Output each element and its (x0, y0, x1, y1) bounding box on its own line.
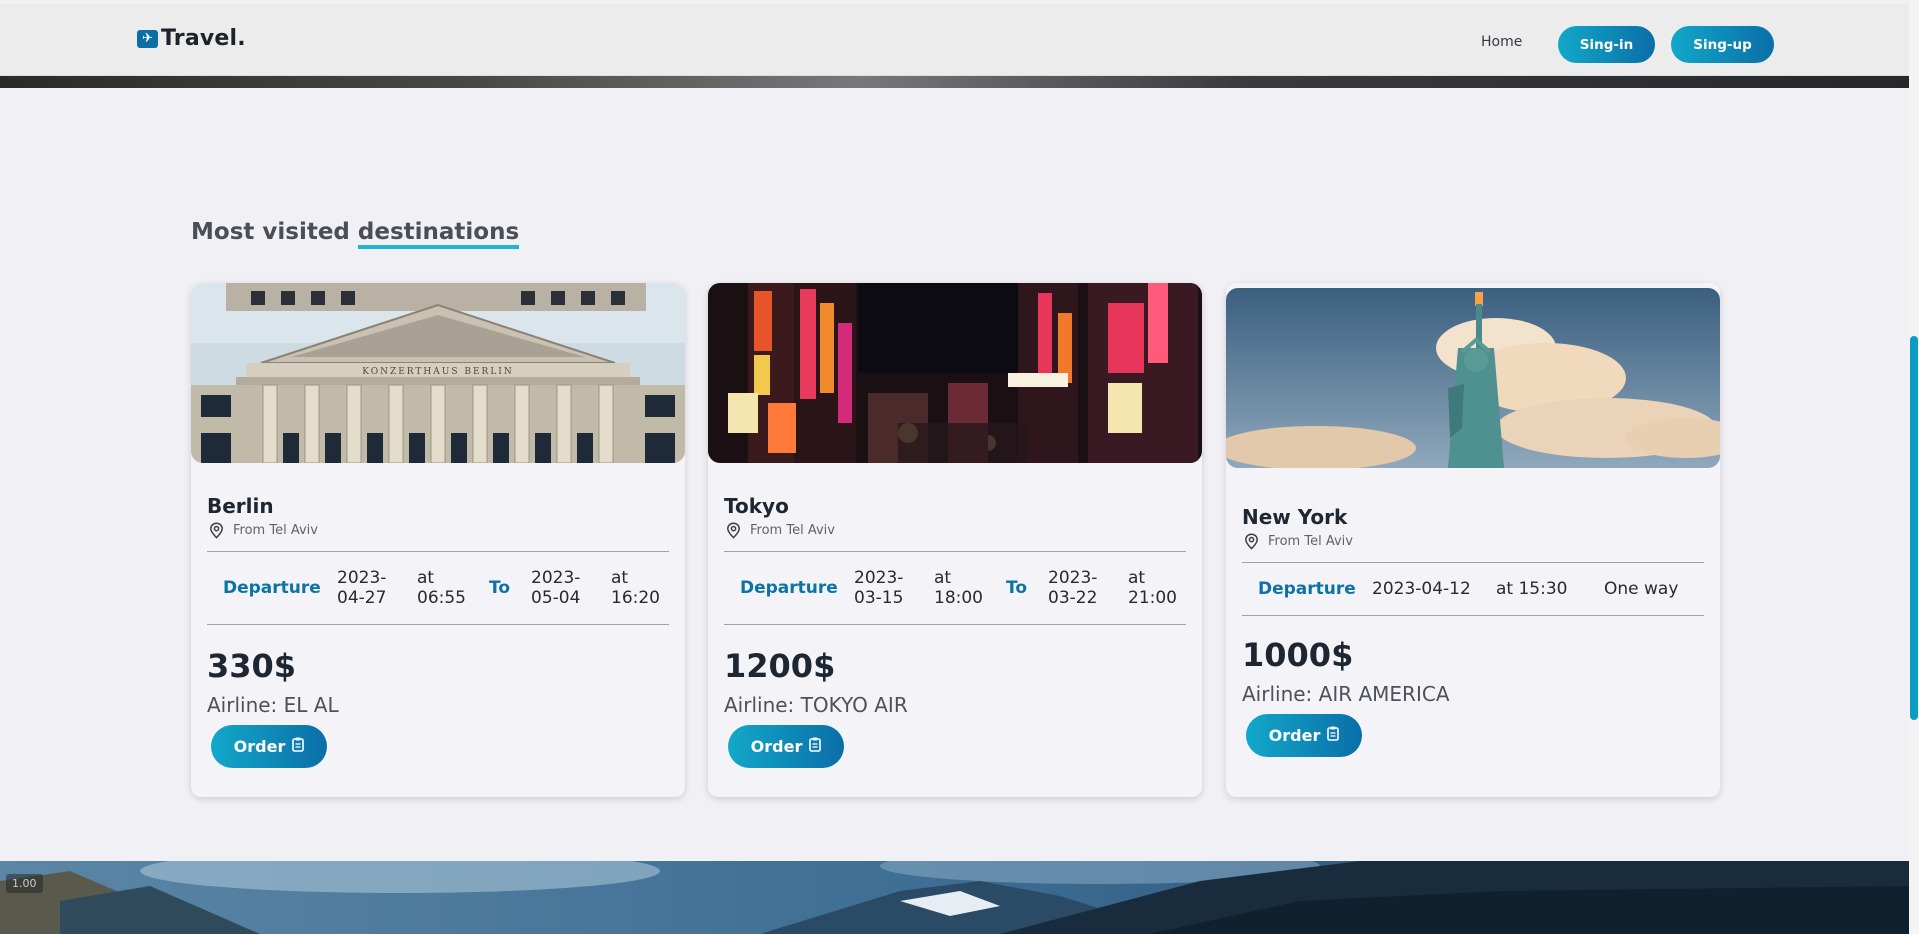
signin-button[interactable]: Sing-in (1558, 26, 1655, 63)
scrollbar-thumb[interactable] (1910, 336, 1918, 720)
section-title-main: Most visited (191, 219, 358, 245)
berlin-building-illustration: KONZERTHAUS BERLIN (191, 283, 685, 463)
order-button-label: Order (1268, 726, 1321, 745)
departure-label: Departure (740, 578, 838, 598)
statue-of-liberty-illustration (1226, 288, 1720, 468)
origin-text: From Tel Aviv (750, 523, 835, 538)
svg-text:KONZERTHAUS BERLIN: KONZERTHAUS BERLIN (362, 367, 514, 377)
order-button-label: Order (750, 737, 803, 756)
location-pin-icon (1245, 533, 1258, 550)
price: 1000$ (1242, 636, 1354, 674)
flight-details-row: Departure 2023-03-15 at 18:00 To 2023-03… (724, 551, 1186, 625)
origin-row: From Tel Aviv (207, 522, 669, 539)
zoom-level-indicator: 1.00 (6, 874, 43, 893)
new-york-card-body: New York From Tel Aviv Departure 2023-04… (1242, 505, 1704, 757)
order-button[interactable]: Order (211, 725, 327, 768)
scrollbar-track[interactable] (1909, 0, 1919, 934)
tokyo-image (708, 283, 1202, 463)
destination-card-tokyo: Tokyo From Tel Aviv Departure 2023-03-15… (708, 283, 1202, 797)
tokyo-card-body: Tokyo From Tel Aviv Departure 2023-03-15… (724, 494, 1186, 768)
return-date: 2023-03-22 (1048, 568, 1098, 608)
clipboard-icon (1327, 726, 1340, 741)
departure-date: 2023-04-27 (337, 568, 387, 608)
price: 1200$ (724, 647, 836, 685)
flight-details-row: Departure 2023-04-12 at 15:30 One way (1242, 562, 1704, 616)
order-button[interactable]: Order (728, 725, 844, 768)
to-label: To (489, 578, 511, 598)
origin-row: From Tel Aviv (724, 522, 1186, 539)
return-time: at 16:20 (611, 568, 660, 608)
top-hero-image (0, 76, 1909, 88)
return-date: 2023-05-04 (531, 568, 581, 608)
logo-text: Travel. (161, 26, 246, 51)
airline: Airline: TOKYO AIR (724, 693, 908, 717)
return-time: at 21:00 (1128, 568, 1177, 608)
mountain-landscape-illustration (0, 861, 1909, 934)
flight-details-row: Departure 2023-04-27 at 06:55 To 2023-05… (207, 551, 669, 625)
departure-time: at 18:00 (934, 568, 983, 608)
city-name: Tokyo (724, 494, 789, 518)
tokyo-street-illustration (708, 283, 1202, 463)
departure-date: 2023-04-12 (1372, 579, 1471, 599)
departure-label: Departure (1258, 579, 1356, 599)
trip-type: One way (1604, 579, 1679, 599)
section-title-highlight: destinations (357, 219, 520, 249)
clipboard-icon (809, 737, 822, 752)
city-name: Berlin (207, 494, 274, 518)
to-label: To (1006, 578, 1028, 598)
origin-text: From Tel Aviv (1268, 534, 1353, 549)
logo[interactable]: ✈ Travel. (137, 26, 246, 51)
price: 330$ (207, 647, 297, 685)
departure-label: Departure (223, 578, 321, 598)
section-title: Most visited destinations (191, 219, 520, 249)
departure-time: at 15:30 (1496, 579, 1568, 599)
destination-card-berlin: KONZERTHAUS BERLIN Berlin From Tel Aviv … (191, 283, 685, 797)
top-navbar: ✈ Travel. Home Sing-in Sing-up (0, 4, 1909, 76)
departure-time: at 06:55 (417, 568, 466, 608)
order-button-label: Order (233, 737, 286, 756)
airline: Airline: AIR AMERICA (1242, 682, 1450, 706)
city-name: New York (1242, 505, 1348, 529)
order-button[interactable]: Order (1246, 714, 1362, 757)
new-york-image (1226, 288, 1720, 468)
signup-button[interactable]: Sing-up (1671, 26, 1774, 63)
plane-icon: ✈ (137, 29, 158, 48)
berlin-card-body: Berlin From Tel Aviv Departure 2023-04-2… (207, 494, 669, 768)
location-pin-icon (727, 522, 740, 539)
destination-card-new-york: New York From Tel Aviv Departure 2023-04… (1226, 283, 1720, 797)
berlin-image: KONZERTHAUS BERLIN (191, 283, 685, 463)
origin-row: From Tel Aviv (1242, 533, 1704, 550)
clipboard-icon (292, 737, 305, 752)
airline: Airline: EL AL (207, 693, 339, 717)
bottom-hero-image (0, 861, 1909, 934)
nav-home-link[interactable]: Home (1481, 34, 1522, 50)
departure-date: 2023-03-15 (854, 568, 904, 608)
origin-text: From Tel Aviv (233, 523, 318, 538)
location-pin-icon (210, 522, 223, 539)
